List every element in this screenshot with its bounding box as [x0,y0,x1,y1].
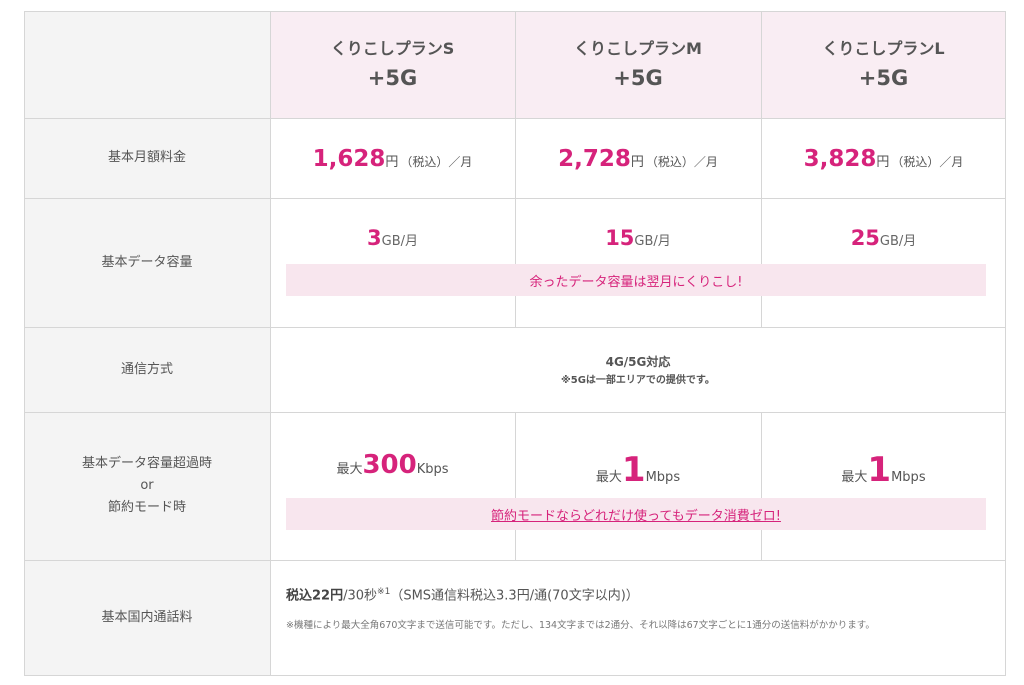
price-cell-l: 3,828 円（税込）／月 [761,118,1006,198]
label-line: 節約モード時 [107,500,186,515]
price-unit: 円 [630,155,644,170]
price-unit: 円 [385,155,399,170]
plan-header-m: くりこしプランM +5G [515,11,761,118]
grid-line [761,11,762,264]
price-value: 1,628 [312,146,386,172]
carryover-text: 余ったデータ容量は翌月にくりこし! [529,274,743,290]
plan-suffix: +5G [858,65,909,90]
call-main-text: 税込22円/30秒※1（SMS通信料税込3.3円/通(70文字以内)） [286,582,1006,606]
plan-name: くりこしプランS [330,38,455,58]
comm-method-cell: 4G/5G対応 ※5Gは一部エリアでの提供です。 [270,327,1006,412]
speed-cell-l: 最大 1 Mbps [761,412,1006,560]
speed-value: 300 [362,450,417,480]
plan-name: くりこしプランM [574,38,702,58]
plan-suffix: +5G [613,65,663,90]
price-value: 3,828 [803,146,877,172]
speed-cell-m: 最大 1 Mbps [515,412,761,560]
data-unit: GB/月 [879,234,917,249]
label-text: 基本データ容量 [101,254,193,270]
plan-header-s: くりこしプランS +5G [270,11,515,118]
label-text: 基本月額料金 [107,150,186,165]
speed-prefix: 最大 [595,470,622,485]
grid-line [24,11,25,676]
data-unit: GB/月 [381,234,418,249]
price-tax: （税込）／月 [891,155,964,169]
data-cell-m: 15 GB/月 [515,198,761,327]
row-label-over-capacity: 基本データ容量超過時 or 節約モード時 [24,412,270,560]
grid-line [270,11,271,676]
carryover-banner: 余ったデータ容量は翌月にくりこし! [286,264,986,296]
call-per: /30秒 [343,588,378,604]
grid-line [515,296,516,327]
comm-main-text: 4G/5G対応 [605,354,671,369]
plan-comparison-table: くりこしプランS +5G くりこしプランM +5G くりこしプランL +5G 基… [24,11,1006,676]
row-label-comm-method: 通信方式 [24,327,270,412]
data-value: 15 [605,226,635,250]
speed-value: 1 [621,450,646,490]
row-label-call-fee: 基本国内通話料 [24,560,270,676]
grid-line [24,560,1006,561]
grid-line [515,11,516,264]
data-value: 3 [367,226,382,250]
data-value: 25 [850,226,880,250]
row-label-monthly-fee: 基本月額料金 [24,118,270,198]
speed-prefix: 最大 [841,470,868,485]
plan-header-l: くりこしプランL +5G [761,11,1006,118]
header-empty-cell [24,11,270,118]
grid-line [24,675,1006,676]
price-unit: 円 [876,155,890,170]
call-price: 税込22円 [286,588,344,604]
grid-line [761,530,762,560]
call-note-text: ※機種により最大全角670文字まで送信可能です。ただし、134文字までは2通分、… [286,620,875,632]
speed-unit: Mbps [645,470,681,485]
data-cell-l: 25 GB/月 [761,198,1006,327]
price-cell-s: 1,628 円（税込）／月 [270,118,515,198]
grid-line [761,296,762,327]
speed-cell-s: 最大 300 Kbps [270,412,515,560]
grid-line [515,530,516,560]
call-fee-cell: 税込22円/30秒※1（SMS通信料税込3.3円/通(70文字以内)） ※機種に… [270,560,1006,676]
price-tax: （税込）／月 [645,155,718,169]
price-value: 2,728 [558,146,631,172]
savings-link-text[interactable]: 節約モードならどれだけ使ってもデータ消費ゼロ! [491,505,781,524]
savings-mode-link[interactable]: 節約モードならどれだけ使ってもデータ消費ゼロ! [286,498,986,530]
comm-note-text: ※5Gは一部エリアでの提供です。 [561,374,715,386]
speed-prefix: 最大 [336,462,363,477]
grid-line [1005,11,1006,676]
label-line: or [140,478,154,493]
row-label-data-capacity: 基本データ容量 [24,198,270,327]
price-cell-m: 2,728 円（税込）／月 [515,118,761,198]
data-unit: GB/月 [634,234,671,249]
grid-line [515,412,516,498]
plan-name: くりこしプランL [822,38,945,58]
speed-value: 1 [867,450,892,490]
plan-suffix: +5G [367,65,418,90]
label-text: 通信方式 [120,361,173,377]
label-text: 基本国内通話料 [101,610,193,625]
grid-line [761,412,762,498]
data-cell-s: 3 GB/月 [270,198,515,327]
label-line: 基本データ容量超過時 [81,456,212,471]
price-tax: （税込）／月 [400,155,473,169]
grid-line [24,327,1006,328]
speed-unit: Mbps [891,470,926,485]
call-sms: （SMS通信料税込3.3円/通(70文字以内)） [390,588,639,604]
speed-unit: Kbps [416,462,449,477]
call-footnote-mark: ※1 [377,587,391,597]
